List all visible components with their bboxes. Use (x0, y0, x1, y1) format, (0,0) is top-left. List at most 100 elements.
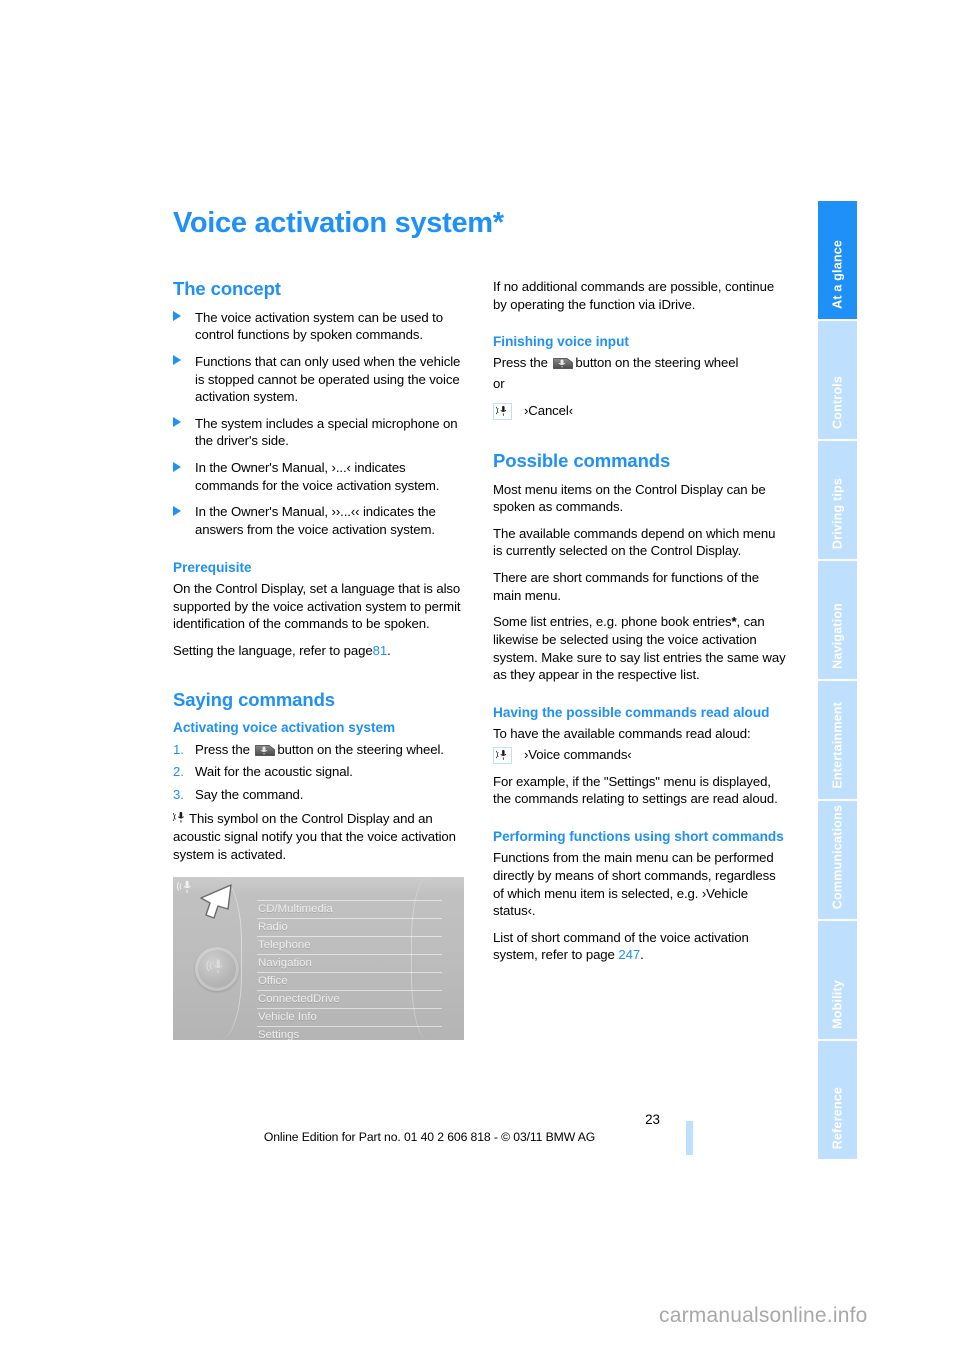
possible-commands-list-entries: Some list entries, e.g. phone book entri… (493, 613, 786, 684)
step-text-pre: Say the command. (195, 786, 304, 802)
instruction-post: button on the steering wheel (575, 355, 739, 371)
right-column: If no additional commands are possible, … (493, 278, 786, 973)
step-text-post: button on the steering wheel. (277, 741, 444, 757)
note-text: This symbol on the Control Display and a… (173, 811, 456, 862)
voice-activation-microphone-icon (172, 811, 187, 825)
site-watermark: carmanualsonline.info (659, 1304, 868, 1327)
figure-voice-knob (195, 947, 239, 992)
ref-text: Setting the language, refer to page (173, 642, 373, 658)
figure-menu-item[interactable]: Office (257, 971, 442, 990)
list-item: 3. Say the command. (173, 786, 466, 804)
triangle-bullet-icon (173, 355, 181, 366)
page-reference-link[interactable]: 247 (618, 947, 640, 962)
figure-menu-item[interactable]: Telephone (257, 936, 442, 954)
figure-menu-item[interactable]: Radio (257, 918, 442, 936)
figure-menu-item[interactable]: ConnectedDrive (257, 989, 442, 1008)
figure-menu-item[interactable]: Settings (257, 1025, 442, 1040)
list-item: In the Owner's Manual, ››...‹‹ indicates… (173, 503, 466, 538)
heading-activating-voice-activation-system: Activating voice activation system (173, 720, 396, 736)
list-item-text: In the Owner's Manual, ››...‹‹ indicates… (195, 504, 436, 537)
sidebar-tab-mobility[interactable]: Mobility (818, 921, 857, 1039)
sidebar-tab-label: Mobility (830, 980, 844, 1029)
sidebar-tab-driving-tips[interactable]: Driving tips (818, 441, 857, 559)
heading-performing-functions-short-commands: Performing functions using short command… (493, 828, 784, 844)
step-number: 3. (173, 786, 184, 802)
short-commands-page-ref: List of short command of the voice activ… (493, 929, 786, 964)
short-commands-post: . (531, 903, 536, 919)
steering-wheel-voice-button-icon (553, 357, 574, 370)
entries-pre: Some list entries, e.g. phone book entri… (493, 614, 732, 630)
ref-period: . (640, 947, 644, 963)
heading-prerequisite: Prerequisite (173, 559, 252, 575)
manual-page: At a glance Controls Driving tips Naviga… (0, 0, 960, 1358)
heading-finishing-voice-input: Finishing voice input (493, 334, 629, 350)
prerequisite-page-ref: Setting the language, refer to page81. (173, 642, 466, 660)
list-item-text: The voice activation system can be used … (195, 309, 443, 343)
sidebar-tab-entertainment[interactable]: Entertainment (818, 681, 857, 799)
list-item: The system includes a special microphone… (173, 415, 466, 450)
list-item-text: Functions that can only used when the ve… (195, 353, 461, 405)
voice-command-cancel: ›Cancel‹ (493, 402, 786, 420)
sidebar-tab-label: At a glance (830, 240, 844, 309)
sidebar-tab-label: Controls (830, 376, 844, 429)
sidebar-tab-at-a-glance[interactable]: At a glance (818, 201, 857, 319)
figure-cursor-arrow-icon (197, 882, 235, 924)
concept-bullet-list: The voice activation system can be used … (173, 309, 466, 539)
prerequisite-paragraph: On the Control Display, set a language t… (173, 580, 461, 632)
page-title-asterisk: * (492, 207, 504, 239)
figure-menu-item[interactable]: Vehicle Info (257, 1007, 442, 1026)
page-footer: 23 Online Edition for Part no. 01 40 2 6… (173, 1112, 786, 1155)
voice-command-microphone-icon (493, 746, 512, 764)
possible-commands-paragraph: Most menu items on the Control Display c… (493, 481, 766, 515)
two-column-body: The concept The voice activation system … (172, 278, 786, 1041)
page-number: 23 (645, 1112, 660, 1127)
steering-wheel-voice-button-icon (255, 744, 276, 757)
ref-period: . (387, 642, 391, 658)
heading-saying-commands: Saying commands (173, 689, 335, 711)
figure-menu-item[interactable]: Navigation (257, 953, 442, 972)
read-aloud-intro: To have the available commands read alou… (493, 726, 751, 742)
footer-edition-text: Online Edition for Part no. 01 40 2 606 … (263, 1129, 596, 1144)
figure-menu-list: CD/Multimedia Radio Telephone Navigation… (257, 900, 442, 1040)
list-item: 1. Press the button on the steering whee… (173, 741, 466, 759)
section-index-sidebar: At a glance Controls Driving tips Naviga… (818, 201, 857, 1159)
intro-paragraph: If no additional commands are possible, … (493, 278, 775, 312)
triangle-bullet-icon (173, 417, 181, 428)
sidebar-tab-communications[interactable]: Communications (818, 801, 857, 919)
heading-possible-commands: Possible commands (493, 449, 671, 471)
sidebar-tab-controls[interactable]: Controls (818, 321, 857, 439)
list-item: In the Owner's Manual, ›...‹ indicates c… (173, 459, 466, 494)
figure-microphone-icon (176, 880, 194, 896)
voice-command-text: ›Voice commands‹ (524, 746, 632, 762)
sidebar-tab-label: Communications (830, 804, 844, 909)
list-item: Functions that can only used when the ve… (173, 353, 466, 406)
voice-command-voice-commands: ›Voice commands‹ (493, 746, 786, 764)
instruction-pre: Press the (493, 355, 548, 371)
page-reference-link[interactable]: 81 (373, 643, 388, 658)
activation-steps-list: 1. Press the button on the steering whee… (173, 741, 466, 804)
step-number: 1. (173, 741, 184, 757)
sidebar-tab-label: Driving tips (830, 477, 844, 549)
sidebar-tab-label: Entertainment (830, 702, 844, 789)
step-text-pre: Press the (195, 741, 250, 757)
voice-command-text: ›Cancel‹ (524, 402, 574, 418)
read-aloud-example: For example, if the "Settings" menu is d… (493, 773, 778, 807)
finishing-or: or (493, 376, 505, 392)
possible-commands-paragraph: The available commands depend on which m… (493, 525, 776, 559)
triangle-bullet-icon (173, 311, 181, 322)
sidebar-tab-navigation[interactable]: Navigation (818, 561, 857, 679)
step-text-pre: Wait for the acoustic signal. (195, 764, 353, 780)
page-title-text: Voice activation system (173, 207, 493, 239)
sidebar-tab-reference[interactable]: Reference (818, 1041, 857, 1159)
footer-blue-marker (686, 1121, 693, 1155)
list-item: The voice activation system can be used … (173, 309, 466, 344)
list-item: 2. Wait for the acoustic signal. (173, 763, 466, 781)
short-commands-paragraph: Functions from the main menu can be perf… (493, 849, 786, 920)
triangle-bullet-icon (173, 461, 181, 472)
sidebar-tab-label: Navigation (830, 603, 844, 669)
list-item-text: The system includes a special microphone… (195, 415, 458, 449)
possible-commands-paragraph: There are short commands for functions o… (493, 570, 759, 603)
figure-menu-item[interactable]: CD/Multimedia (257, 900, 442, 918)
activation-symbol-note: This symbol on the Control Display and a… (172, 810, 466, 863)
step-number: 2. (173, 764, 184, 780)
